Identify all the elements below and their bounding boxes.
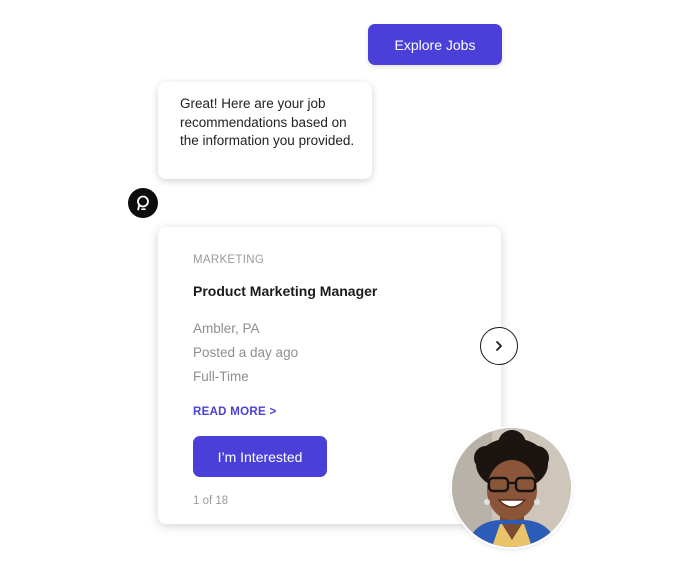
job-type: Full-Time bbox=[193, 369, 249, 384]
job-title: Product Marketing Manager bbox=[193, 283, 378, 299]
job-pager: 1 of 18 bbox=[193, 495, 229, 507]
read-more-link[interactable]: READ MORE > bbox=[193, 406, 277, 418]
interested-button[interactable]: I’m Interested bbox=[193, 436, 327, 477]
user-portrait-image bbox=[452, 428, 571, 547]
next-job-button[interactable] bbox=[480, 327, 518, 365]
job-category: MARKETING bbox=[193, 254, 265, 266]
bot-message-text: Great! Here are your job recommendations… bbox=[180, 96, 355, 148]
bot-message-bubble: Great! Here are your job recommendations… bbox=[158, 82, 372, 179]
job-card: MARKETING Product Marketing Manager Ambl… bbox=[158, 227, 501, 524]
chevron-right-icon bbox=[496, 341, 502, 351]
bot-avatar bbox=[128, 188, 158, 218]
bot-logo-icon bbox=[137, 195, 149, 211]
user-message-bubble[interactable]: Explore Jobs bbox=[368, 24, 502, 65]
job-location: Ambler, PA bbox=[193, 321, 260, 336]
user-avatar-photo bbox=[452, 428, 571, 547]
job-posted-date: Posted a day ago bbox=[193, 345, 299, 360]
